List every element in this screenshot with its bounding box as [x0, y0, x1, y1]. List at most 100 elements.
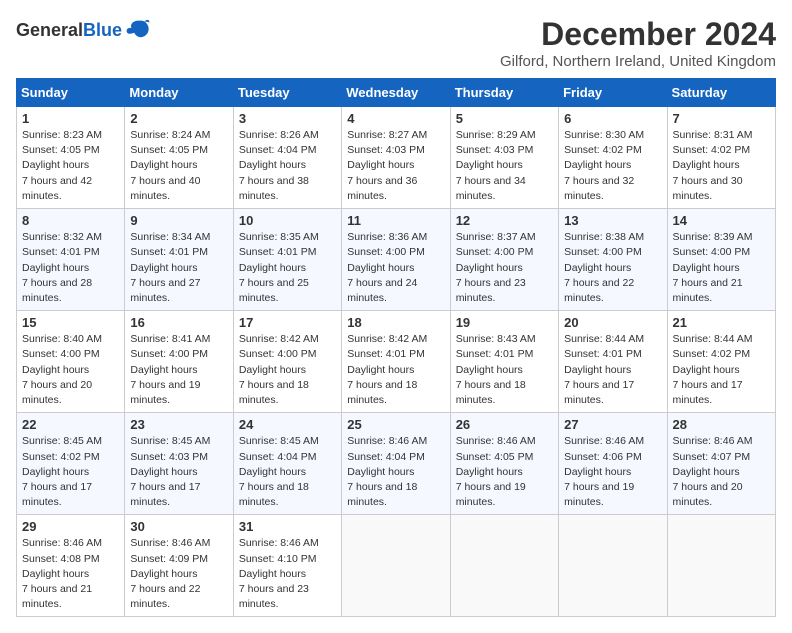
calendar-cell: 10Sunrise: 8:35 AMSunset: 4:01 PMDayligh…	[233, 209, 341, 311]
cell-text: Sunrise: 8:46 AMSunset: 4:08 PMDaylight …	[22, 537, 102, 610]
calendar-cell: 7Sunrise: 8:31 AMSunset: 4:02 PMDaylight…	[667, 107, 775, 209]
weekday-header-monday: Monday	[125, 79, 233, 107]
day-number: 8	[22, 213, 119, 228]
calendar-cell: 18Sunrise: 8:42 AMSunset: 4:01 PMDayligh…	[342, 311, 450, 413]
weekday-header-tuesday: Tuesday	[233, 79, 341, 107]
page-header: GeneralBlue December 2024 Gilford, North…	[16, 16, 776, 70]
calendar-cell: 22Sunrise: 8:45 AMSunset: 4:02 PMDayligh…	[17, 413, 125, 515]
cell-text: Sunrise: 8:32 AMSunset: 4:01 PMDaylight …	[22, 231, 102, 304]
calendar-cell: 19 Sunrise: 8:43 AMSunset: 4:01 PMDayligh…	[450, 311, 558, 413]
weekday-header-row: SundayMondayTuesdayWednesdayThursdayFrid…	[17, 79, 776, 107]
logo: GeneralBlue	[16, 16, 152, 44]
calendar-cell: 2 Sunrise: 8:24 AMSunset: 4:05 PMDaylight…	[125, 107, 233, 209]
calendar-cell: 1 Sunrise: 8:23 AMSunset: 4:05 PMDaylight…	[17, 107, 125, 209]
cell-text: Sunrise: 8:34 AMSunset: 4:01 PMDaylight …	[130, 231, 210, 304]
calendar-cell: 30Sunrise: 8:46 AMSunset: 4:09 PMDayligh…	[125, 515, 233, 617]
day-number: 12	[456, 213, 553, 228]
cell-text: Sunrise: 8:45 AMSunset: 4:03 PMDaylight …	[130, 435, 210, 508]
cell-text: Sunrise: 8:44 AMSunset: 4:01 PMDaylight …	[564, 333, 644, 406]
calendar-cell	[667, 515, 775, 617]
cell-text: Sunrise: 8:46 AMSunset: 4:05 PMDaylight …	[456, 435, 536, 508]
day-number: 5	[456, 111, 553, 126]
calendar-cell: 25 Sunrise: 8:46 AMSunset: 4:04 PMDayligh…	[342, 413, 450, 515]
cell-text: Sunrise: 8:36 AMSunset: 4:00 PMDaylight …	[347, 231, 427, 304]
day-number: 16	[130, 315, 227, 330]
day-number: 19	[456, 315, 553, 330]
calendar-cell	[450, 515, 558, 617]
calendar-cell: 15 Sunrise: 8:40 AMSunset: 4:00 PMDayligh…	[17, 311, 125, 413]
cell-text: Sunrise: 8:42 AMSunset: 4:00 PMDaylight …	[239, 333, 319, 406]
cell-text: Sunrise: 8:41 AMSunset: 4:00 PMDaylight …	[130, 333, 210, 406]
calendar-cell: 20 Sunrise: 8:44 AMSunset: 4:01 PMDayligh…	[559, 311, 667, 413]
cell-text: Sunrise: 8:30 AMSunset: 4:02 PMDaylight …	[564, 129, 644, 202]
calendar-cell	[559, 515, 667, 617]
calendar-cell: 3 Sunrise: 8:26 AMSunset: 4:04 PMDaylight…	[233, 107, 341, 209]
day-number: 15	[22, 315, 119, 330]
weekday-header-saturday: Saturday	[667, 79, 775, 107]
calendar-cell: 21Sunrise: 8:44 AMSunset: 4:02 PMDayligh…	[667, 311, 775, 413]
day-number: 20	[564, 315, 661, 330]
logo-bird-icon	[124, 16, 152, 44]
day-number: 2	[130, 111, 227, 126]
location: Gilford, Northern Ireland, United Kingdo…	[500, 53, 776, 70]
cell-text: Sunrise: 8:39 AMSunset: 4:00 PMDaylight …	[673, 231, 753, 304]
day-number: 13	[564, 213, 661, 228]
day-number: 21	[673, 315, 770, 330]
day-number: 1	[22, 111, 119, 126]
day-number: 3	[239, 111, 336, 126]
day-number: 27	[564, 417, 661, 432]
cell-text: Sunrise: 8:24 AMSunset: 4:05 PMDaylight …	[130, 129, 210, 202]
logo-general: GeneralBlue	[16, 20, 122, 41]
calendar-cell: 4 Sunrise: 8:27 AMSunset: 4:03 PMDaylight…	[342, 107, 450, 209]
calendar-table: SundayMondayTuesdayWednesdayThursdayFrid…	[16, 78, 776, 617]
calendar-cell: 29 Sunrise: 8:46 AMSunset: 4:08 PMDayligh…	[17, 515, 125, 617]
cell-text: Sunrise: 8:45 AMSunset: 4:04 PMDaylight …	[239, 435, 319, 508]
day-number: 4	[347, 111, 444, 126]
calendar-cell: 26 Sunrise: 8:46 AMSunset: 4:05 PMDayligh…	[450, 413, 558, 515]
day-number: 11	[347, 213, 444, 228]
day-number: 18	[347, 315, 444, 330]
calendar-cell: 12Sunrise: 8:37 AMSunset: 4:00 PMDayligh…	[450, 209, 558, 311]
calendar-cell: 27 Sunrise: 8:46 AMSunset: 4:06 PMDayligh…	[559, 413, 667, 515]
title-section: December 2024 Gilford, Northern Ireland,…	[500, 16, 776, 70]
calendar-week-row: 29 Sunrise: 8:46 AMSunset: 4:08 PMDayligh…	[17, 515, 776, 617]
calendar-cell: 16 Sunrise: 8:41 AMSunset: 4:00 PMDayligh…	[125, 311, 233, 413]
day-number: 14	[673, 213, 770, 228]
cell-text: Sunrise: 8:27 AMSunset: 4:03 PMDaylight …	[347, 129, 427, 202]
cell-text: Sunrise: 8:43 AMSunset: 4:01 PMDaylight …	[456, 333, 536, 406]
cell-text: Sunrise: 8:23 AMSunset: 4:05 PMDaylight …	[22, 129, 102, 202]
day-number: 9	[130, 213, 227, 228]
day-number: 17	[239, 315, 336, 330]
cell-text: Sunrise: 8:26 AMSunset: 4:04 PMDaylight …	[239, 129, 319, 202]
calendar-cell: 24 Sunrise: 8:45 AMSunset: 4:04 PMDayligh…	[233, 413, 341, 515]
calendar-week-row: 8 Sunrise: 8:32 AMSunset: 4:01 PMDaylight…	[17, 209, 776, 311]
day-number: 28	[673, 417, 770, 432]
day-number: 26	[456, 417, 553, 432]
day-number: 29	[22, 519, 119, 534]
calendar-cell: 28Sunrise: 8:46 AMSunset: 4:07 PMDayligh…	[667, 413, 775, 515]
day-number: 10	[239, 213, 336, 228]
calendar-cell: 13 Sunrise: 8:38 AMSunset: 4:00 PMDayligh…	[559, 209, 667, 311]
calendar-cell: 14 Sunrise: 8:39 AMSunset: 4:00 PMDayligh…	[667, 209, 775, 311]
calendar-cell: 9 Sunrise: 8:34 AMSunset: 4:01 PMDaylight…	[125, 209, 233, 311]
cell-text: Sunrise: 8:40 AMSunset: 4:00 PMDaylight …	[22, 333, 102, 406]
weekday-header-sunday: Sunday	[17, 79, 125, 107]
calendar-week-row: 15 Sunrise: 8:40 AMSunset: 4:00 PMDayligh…	[17, 311, 776, 413]
day-number: 22	[22, 417, 119, 432]
weekday-header-friday: Friday	[559, 79, 667, 107]
calendar-cell: 11 Sunrise: 8:36 AMSunset: 4:00 PMDayligh…	[342, 209, 450, 311]
day-number: 24	[239, 417, 336, 432]
calendar-cell	[342, 515, 450, 617]
calendar-cell: 31Sunrise: 8:46 AMSunset: 4:10 PMDayligh…	[233, 515, 341, 617]
cell-text: Sunrise: 8:46 AMSunset: 4:10 PMDaylight …	[239, 537, 319, 610]
calendar-cell: 6Sunrise: 8:30 AMSunset: 4:02 PMDaylight…	[559, 107, 667, 209]
calendar-cell: 5 Sunrise: 8:29 AMSunset: 4:03 PMDaylight…	[450, 107, 558, 209]
cell-text: Sunrise: 8:46 AMSunset: 4:06 PMDaylight …	[564, 435, 644, 508]
day-number: 23	[130, 417, 227, 432]
cell-text: Sunrise: 8:38 AMSunset: 4:00 PMDaylight …	[564, 231, 644, 304]
cell-text: Sunrise: 8:46 AMSunset: 4:04 PMDaylight …	[347, 435, 427, 508]
calendar-cell: 23 Sunrise: 8:45 AMSunset: 4:03 PMDayligh…	[125, 413, 233, 515]
day-number: 25	[347, 417, 444, 432]
cell-text: Sunrise: 8:29 AMSunset: 4:03 PMDaylight …	[456, 129, 536, 202]
cell-text: Sunrise: 8:46 AMSunset: 4:09 PMDaylight …	[130, 537, 210, 610]
